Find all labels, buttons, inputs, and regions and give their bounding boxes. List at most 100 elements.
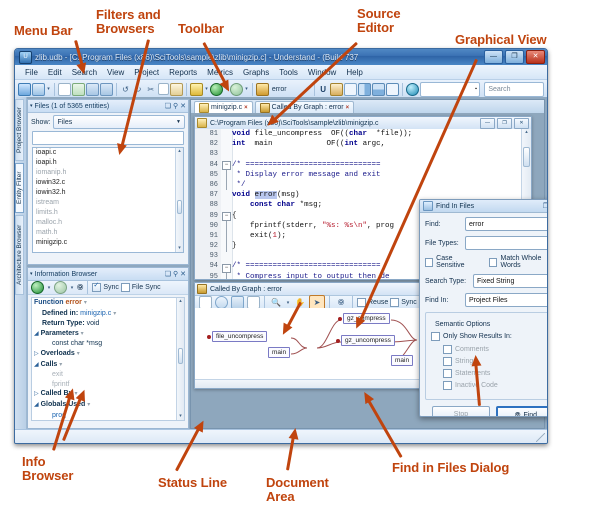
menu-item-edit[interactable]: Edit	[43, 68, 67, 77]
find-in-select[interactable]: Project Files ▼	[465, 293, 547, 307]
chevron-down-icon[interactable]: ▾	[30, 271, 33, 277]
graph-icon[interactable]	[330, 82, 344, 96]
address-combo[interactable]: ▪	[419, 81, 480, 97]
only-show-results-option[interactable]: Only Show Results In:	[431, 332, 547, 341]
tree-row-overloads[interactable]: ▷ Overloads ▾	[32, 349, 184, 360]
tab-called-by-graph[interactable]: Called By Graph : error ×	[254, 101, 355, 113]
forward-dropdown-caret[interactable]: ▾	[69, 285, 75, 291]
save-all-icon[interactable]	[99, 82, 113, 96]
graph-node[interactable]: main	[268, 347, 291, 358]
inactive-code-option[interactable]: Inactive Code	[443, 381, 547, 390]
back-dropdown-caret[interactable]: ▾	[46, 285, 52, 291]
defined-in-value[interactable]: minigzip.c	[80, 310, 111, 317]
back-icon[interactable]	[31, 281, 44, 294]
chevron-down-icon[interactable]: ▾	[30, 103, 33, 109]
find-icon[interactable]: 🞋	[77, 283, 83, 293]
close-icon[interactable]: ✕	[180, 270, 186, 278]
code-line[interactable]: void file_uncompress OF((char *file));	[232, 129, 522, 139]
sync-checkbox[interactable]	[92, 281, 102, 292]
zoom-dropdown-caret[interactable]: ▾	[285, 300, 291, 306]
tree-row-calls-exit[interactable]: exit	[32, 370, 184, 380]
menu-item-graphs[interactable]: Graphs	[238, 68, 274, 77]
minimize-button[interactable]: —	[484, 50, 503, 64]
list-item[interactable]: ioapi.h	[33, 158, 183, 168]
code-line[interactable]: * Display error message and exit	[232, 170, 522, 180]
only-show-results-checkbox[interactable]	[431, 332, 440, 341]
save-icon[interactable]	[85, 82, 99, 96]
strings-checkbox[interactable]	[443, 357, 452, 366]
list-item[interactable]: iowin32.h	[33, 188, 183, 198]
editor-minimize-button[interactable]: —	[480, 117, 495, 129]
editor-close-button[interactable]: ✕	[514, 117, 529, 129]
case-sensitive-checkbox[interactable]	[425, 257, 434, 267]
info-browser-tree[interactable]: Function error ▾ Defined in: minigzip.c …	[31, 297, 185, 421]
inspect-icon[interactable]	[344, 82, 358, 96]
statements-checkbox[interactable]	[443, 369, 452, 378]
entity-icon[interactable]	[255, 82, 269, 96]
list-item[interactable]: iomanip.h	[33, 168, 183, 178]
menu-item-project[interactable]: Project	[129, 68, 164, 77]
tree-row-parameters[interactable]: ◢ Parameters ▾	[32, 329, 184, 340]
match-whole-words-option[interactable]: Match Whole Words	[489, 255, 547, 269]
new-project-icon[interactable]	[18, 82, 31, 96]
restore-icon[interactable]: ❐	[543, 202, 547, 210]
vtab-entity-filter[interactable]: Entity Filter	[15, 163, 24, 213]
menu-item-view[interactable]: View	[102, 68, 129, 77]
scroll-down-icon[interactable]: ▾	[176, 245, 183, 252]
tree-row-defined-in[interactable]: Defined in: minigzip.c ▾	[32, 309, 184, 320]
comments-option[interactable]: Comments	[443, 345, 547, 354]
tab-minigzip-c[interactable]: minigzip.c ×	[194, 101, 253, 113]
menu-item-help[interactable]: Help	[341, 68, 367, 77]
scroll-down-icon[interactable]: ▾	[177, 413, 184, 420]
files-list[interactable]: ioapi.c ioapi.h iomanip.h iowin32.c iowi…	[32, 147, 184, 253]
tree-row-calls-fprintf[interactable]: fprintf	[32, 380, 184, 390]
files-filter-input[interactable]	[32, 131, 184, 145]
chevron-down-icon[interactable]: ▼	[547, 240, 548, 246]
find-button[interactable]: 🞋 Find	[496, 406, 547, 416]
menu-item-reports[interactable]: Reports	[164, 68, 202, 77]
tree-row-function[interactable]: Function error ▾	[32, 298, 184, 309]
scroll-up-icon[interactable]: ▴	[522, 129, 531, 136]
editor-maximize-button[interactable]: ❐	[497, 117, 512, 129]
strings-option[interactable]: Strings	[443, 357, 547, 366]
cut-icon[interactable]: ✂	[145, 82, 157, 96]
find-input[interactable]: error ▼	[465, 217, 547, 231]
go-icon[interactable]	[405, 82, 419, 96]
vtab-architecture-browser[interactable]: Architecture Browser	[15, 215, 24, 295]
close-button[interactable]: ✕	[526, 50, 545, 64]
analyze-dropdown-caret[interactable]: ▾	[204, 86, 209, 92]
pin-icon[interactable]: ⚲	[173, 270, 178, 278]
menu-item-file[interactable]: File	[20, 68, 43, 77]
copy-icon[interactable]	[157, 82, 170, 96]
remove-dropdown-caret[interactable]: ▾	[244, 86, 249, 92]
analyze-icon[interactable]	[190, 82, 204, 96]
list-item[interactable]: istream	[33, 198, 183, 208]
code-line[interactable]	[232, 149, 522, 159]
file-sync-checkbox[interactable]	[120, 283, 130, 292]
inactive-code-checkbox[interactable]	[443, 381, 452, 390]
scrollbar-thumb[interactable]	[178, 348, 183, 364]
tree-row-calls[interactable]: ◢ Calls ▾	[32, 360, 184, 371]
case-sensitive-option[interactable]: Case Sensitive	[425, 255, 477, 269]
fold-toggle-icon[interactable]: −	[222, 263, 231, 273]
show-select[interactable]: Files ▼	[53, 115, 185, 129]
vtab-project-browser[interactable]: Project Browser	[15, 99, 24, 161]
scrollbar-thumb[interactable]	[523, 147, 530, 167]
list-item[interactable]: iowin32.c	[33, 178, 183, 188]
scrollbar-thumb[interactable]	[177, 200, 182, 214]
scroll-up-icon[interactable]: ▴	[177, 298, 184, 305]
list-item[interactable]: minigzip.c	[33, 238, 183, 248]
forward-icon[interactable]	[54, 281, 67, 294]
tab-close-icon[interactable]: ×	[346, 105, 350, 111]
code-line[interactable]: int main OF((int argc,	[232, 139, 522, 149]
split-horizontal-icon[interactable]	[372, 82, 386, 96]
fold-toggle-icon[interactable]: −	[222, 161, 231, 171]
open-project-icon[interactable]	[32, 82, 45, 96]
info-tree-scrollbar[interactable]: ▴ ▾	[176, 298, 184, 420]
tab-close-icon[interactable]: ×	[244, 105, 248, 111]
split-vertical-icon[interactable]	[358, 82, 372, 96]
tree-row-globals-used[interactable]: ◢ Globals Used ▾	[32, 400, 184, 411]
sync-checkbox[interactable]	[390, 298, 400, 307]
comments-checkbox[interactable]	[443, 345, 452, 354]
project-dropdown-caret[interactable]: ▾	[46, 86, 51, 92]
